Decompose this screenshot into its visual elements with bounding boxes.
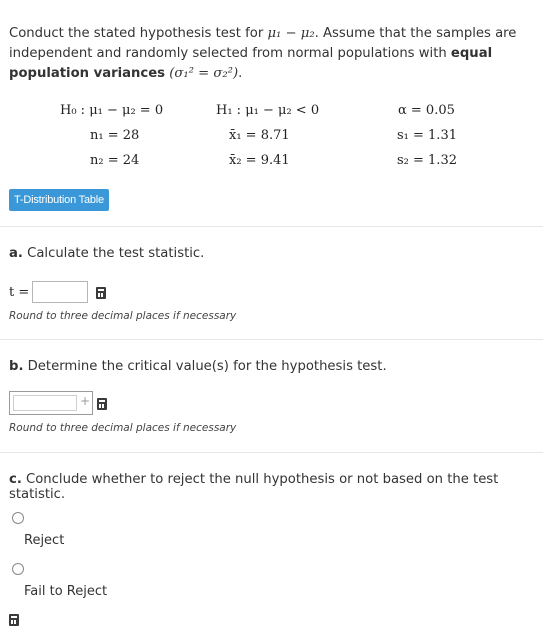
part-c-text: Conclude whether to reject the null hypo… [9, 472, 499, 502]
reject-label[interactable]: Reject [24, 533, 64, 548]
part-c-letter: c. [9, 472, 22, 487]
part-a-question: a. Calculate the test statistic. [9, 246, 204, 261]
variance-expression: (σ₁² = σ₂²) [169, 66, 239, 81]
part-c-question: c. Conclude whether to reject the null h… [9, 472, 553, 502]
t-label: t = [9, 285, 30, 300]
part-b-letter: b. [9, 359, 24, 374]
mu-difference: μ₁ − μ₂ [267, 26, 315, 41]
null-hypothesis: H₀ : μ₁ − μ₂ = 0 [60, 103, 164, 118]
problem-statement: Conduct the stated hypothesis test for μ… [9, 24, 545, 84]
sample-mean-2: x̄₂ = 9.41 [229, 153, 290, 168]
reject-radio[interactable] [12, 512, 24, 524]
critical-value-field[interactable]: + [9, 391, 93, 415]
sample-size-2: n₂ = 24 [90, 153, 140, 168]
intro-period: . [238, 66, 243, 81]
divider [0, 452, 543, 453]
fail-to-reject-radio[interactable] [12, 563, 24, 575]
sample-sd-2: s₂ = 1.32 [397, 153, 457, 168]
part-a-rounding-hint: Round to three decimal places if necessa… [9, 310, 237, 322]
sample-sd-1: s₁ = 1.31 [397, 128, 457, 143]
part-b-rounding-hint: Round to three decimal places if necessa… [9, 422, 237, 434]
test-statistic-input[interactable] [32, 281, 88, 303]
divider [0, 339, 543, 340]
part-b-question: b. Determine the critical value(s) for t… [9, 359, 387, 374]
part-a-letter: a. [9, 246, 23, 261]
calculator-icon[interactable] [96, 287, 106, 299]
calculator-icon[interactable] [9, 614, 19, 626]
alpha-value: α = 0.05 [398, 103, 455, 118]
add-value-icon[interactable]: + [80, 394, 90, 408]
sample-mean-1: x̄₁ = 8.71 [229, 128, 290, 143]
t-distribution-table-button[interactable]: T-Distribution Table [9, 189, 109, 211]
fail-to-reject-label[interactable]: Fail to Reject [24, 584, 107, 599]
alternative-hypothesis: H₁ : μ₁ − μ₂ < 0 [216, 103, 320, 118]
part-a-text: Calculate the test statistic. [27, 246, 205, 261]
part-b-text: Determine the critical value(s) for the … [27, 359, 387, 374]
critical-value-input[interactable] [13, 395, 77, 411]
divider [0, 226, 543, 227]
sample-size-1: n₁ = 28 [90, 128, 140, 143]
calculator-icon[interactable] [97, 398, 107, 410]
intro-text: Conduct the stated hypothesis test for [9, 26, 268, 41]
